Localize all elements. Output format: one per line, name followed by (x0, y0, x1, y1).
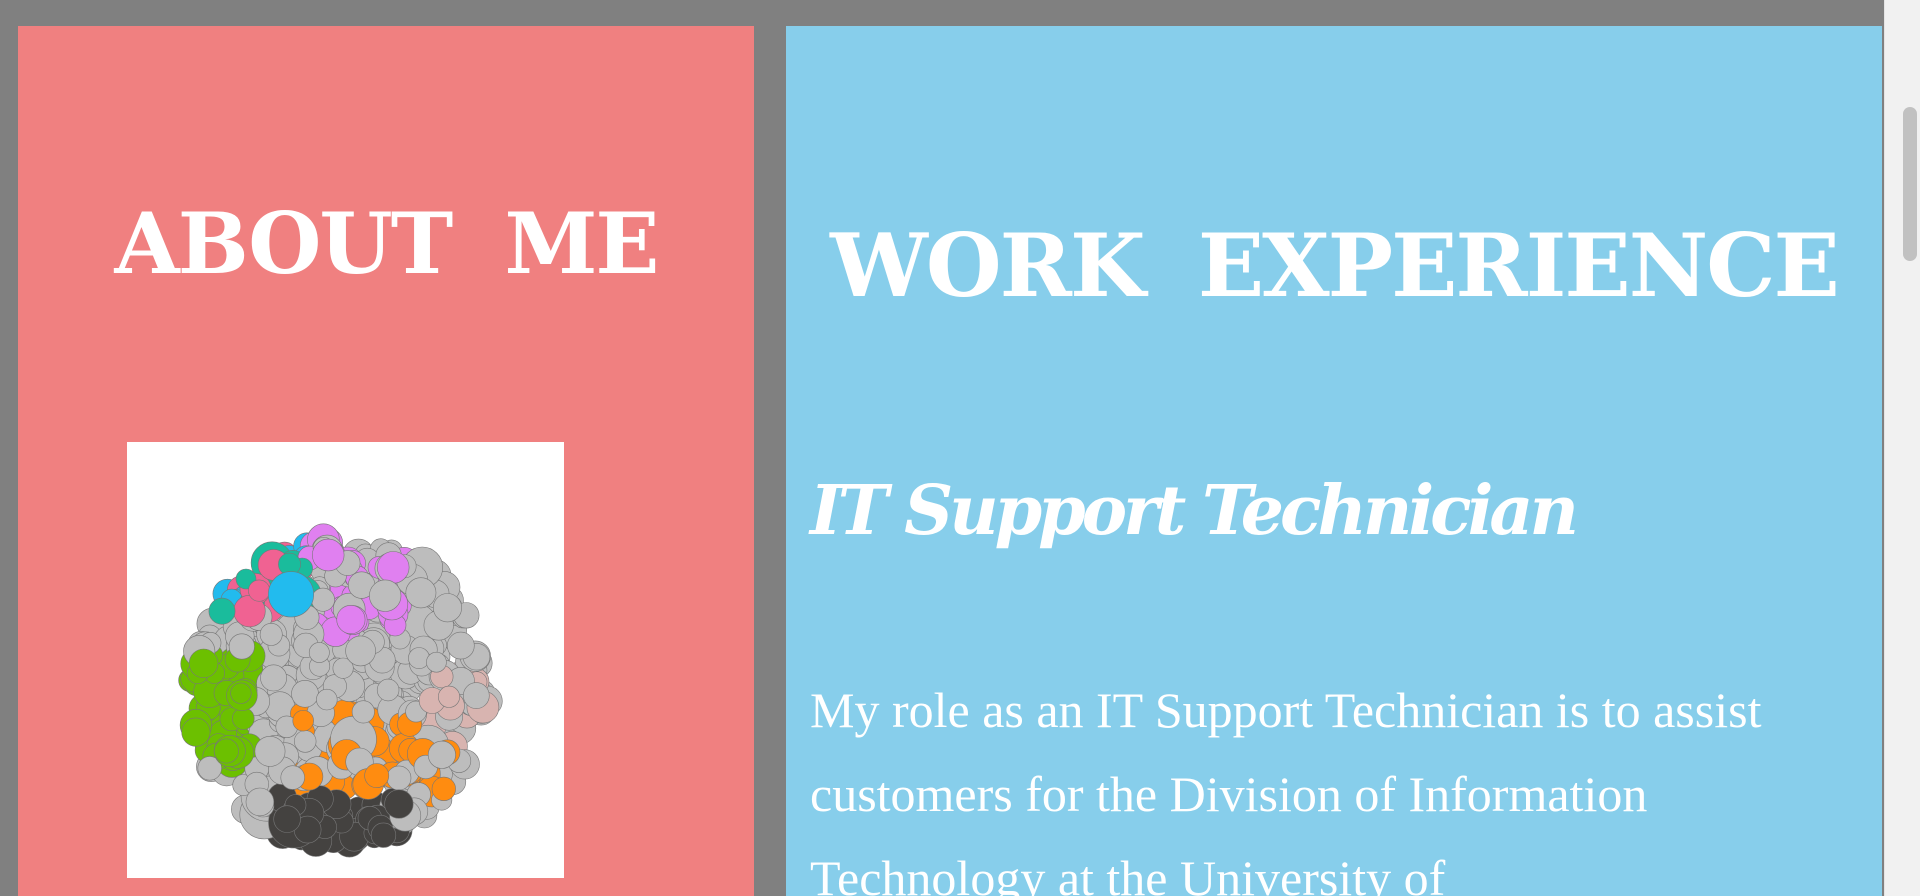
bubble (345, 635, 376, 667)
bubble (432, 593, 462, 623)
bubble (351, 700, 375, 724)
bubble (181, 717, 211, 747)
bubble (228, 633, 255, 660)
job-title: IT Support Technician (810, 471, 1579, 551)
bubble (245, 787, 275, 817)
bubble (268, 571, 315, 618)
bubble (384, 789, 414, 819)
bubble (405, 577, 437, 609)
bubble (364, 763, 390, 789)
bubble (208, 597, 236, 625)
bubble (426, 651, 447, 673)
bubble (259, 622, 283, 646)
bubble (254, 735, 286, 767)
bubble (308, 642, 330, 663)
bubble (213, 738, 239, 764)
bubble (386, 765, 412, 791)
bubble (377, 551, 410, 584)
about-me-panel: ABOUT ME (18, 26, 754, 896)
bubble-network-image (178, 523, 503, 858)
bubble (294, 730, 317, 753)
bubble (188, 648, 219, 679)
bubble (369, 579, 402, 612)
scrollbar-thumb[interactable] (1903, 107, 1917, 261)
bubble (311, 587, 335, 612)
page-scrollbar[interactable] (1884, 0, 1920, 896)
bubble (292, 710, 314, 732)
bubble (370, 822, 397, 848)
bubble (232, 707, 255, 730)
work-experience-heading: WORK EXPERIENCE (830, 214, 1840, 317)
bubble (312, 538, 345, 572)
profile-image (127, 442, 564, 878)
about-me-heading: ABOUT ME (114, 194, 660, 293)
bubble (248, 579, 271, 602)
bubble (376, 678, 400, 702)
bubble (316, 688, 338, 711)
bubble (260, 664, 288, 692)
bubble (291, 680, 319, 708)
bubble (408, 647, 430, 670)
work-experience-panel: WORK EXPERIENCE IT Support Technician My… (786, 26, 1882, 896)
bubble (336, 605, 366, 635)
bubble (431, 776, 456, 802)
bubble (280, 765, 305, 790)
job-description: My role as an IT Support Technician is t… (810, 682, 1762, 896)
bubble (446, 631, 475, 660)
bubble (462, 682, 490, 709)
bubble (273, 805, 301, 833)
bubble (437, 685, 460, 708)
bubble (230, 682, 252, 704)
bubble (427, 740, 456, 769)
